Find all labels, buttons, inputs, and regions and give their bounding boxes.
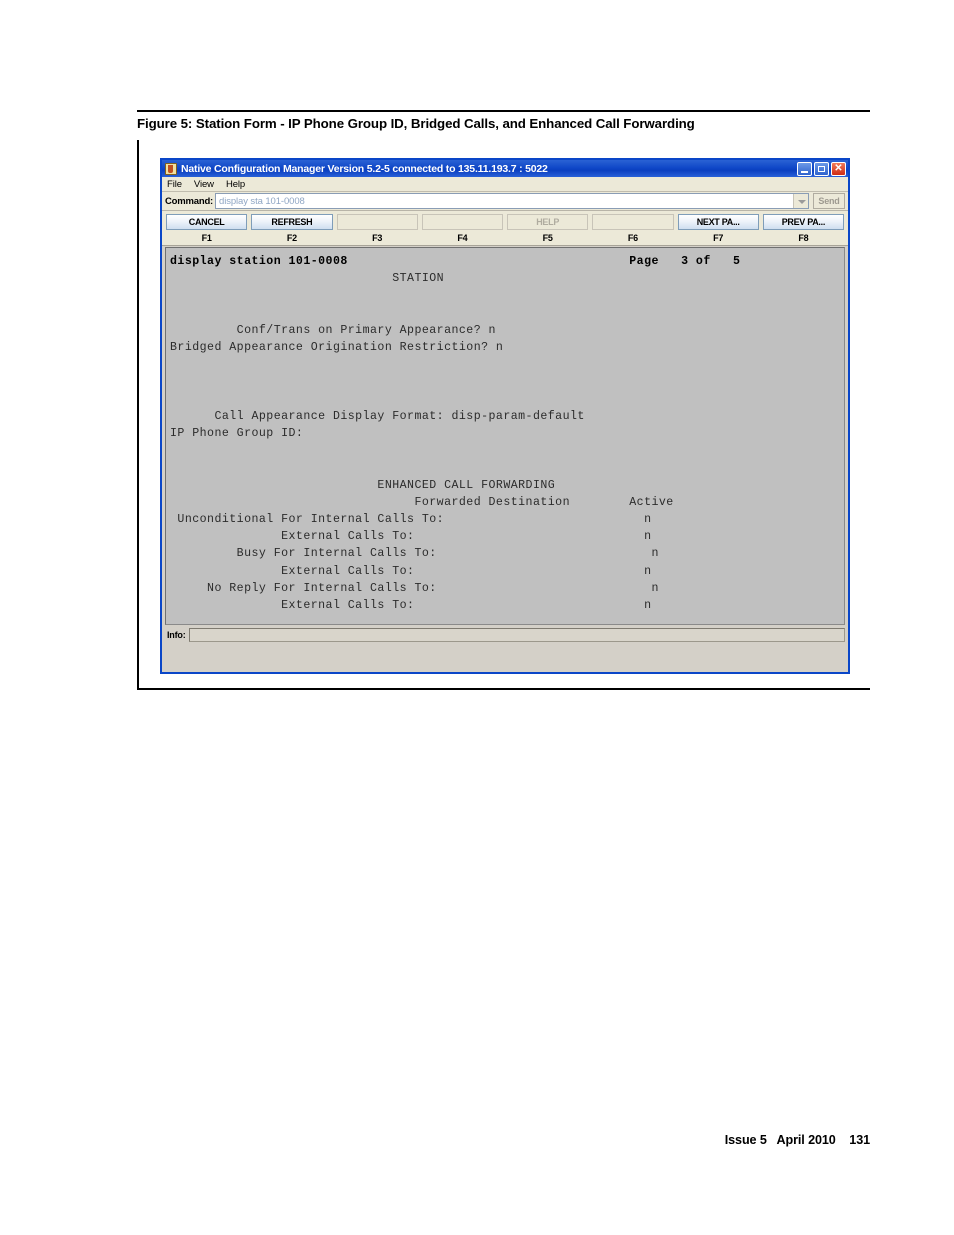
terminal-line: Busy For Internal Calls To: n [170,547,659,561]
menu-item-view[interactable]: View [194,179,221,190]
command-input[interactable] [216,194,793,208]
terminal-line: Conf/Trans on Primary Appearance? n [170,323,496,337]
info-bar: Info: [165,627,845,642]
function-key-f2: REFRESH F2 [251,214,333,243]
function-key-f6: F6 [592,214,674,243]
figure-bottom-rule [137,688,870,690]
command-bar: Command: Send [162,192,848,211]
terminal-line: Call Appearance Display Format: disp-par… [170,409,585,423]
terminal-line: Bridged Appearance Origination Restricti… [170,341,504,355]
function-key-f7: NEXT PA... F7 [677,214,759,243]
function-key-row: CANCEL F1 REFRESH F2 F3 F4 HELP F5 F6 NE… [166,214,844,243]
window-title: Native Configuration Manager Version 5.2… [181,162,548,175]
chevron-down-icon[interactable] [793,194,808,208]
page-footer: Issue 5 April 2010 131 [724,1133,870,1147]
figure-left-rule [137,140,139,690]
terminal-line: External Calls To: n [170,599,652,613]
next-page-button[interactable]: NEXT PA... [677,214,759,230]
info-label: Info: [167,629,186,640]
terminal-line: No Reply For Internal Calls To: n [170,581,659,595]
f4-button [421,214,503,230]
function-key-label-f5: F5 [542,233,553,243]
figure-caption: Figure 5: Station Form - IP Phone Group … [137,116,695,131]
terminal-line: Unconditional For Internal Calls To: n [170,513,652,527]
cancel-button[interactable]: CANCEL [166,214,248,230]
command-combobox[interactable] [215,193,809,209]
function-key-label-f3: F3 [372,233,383,243]
window-controls: ✕ [797,161,846,176]
menu-bar: File View Help [162,177,848,192]
terminal-line: ENHANCED CALL FORWARDING [170,478,556,492]
close-button[interactable]: ✕ [831,161,846,176]
function-key-f8: PREV PA... F8 [762,214,844,243]
help-button: HELP [507,214,589,230]
function-key-label-f7: F7 [713,233,724,243]
function-key-label-f1: F1 [201,233,212,243]
function-key-f1: CANCEL F1 [166,214,248,243]
figure-top-rule [137,110,870,112]
function-key-f5: HELP F5 [507,214,589,243]
f6-button [592,214,674,230]
terminal-line: IP Phone Group ID: [170,427,304,441]
function-key-f3: F3 [336,214,418,243]
terminal-line: Forwarded Destination Active [170,495,674,509]
function-key-label-f8: F8 [798,233,809,243]
terminal-panel[interactable]: display station 101-0008 Page 3 of 5 STA… [165,247,845,625]
menu-item-help[interactable]: Help [226,179,252,190]
maximize-button[interactable] [814,161,829,176]
f3-button [336,214,418,230]
java-coffee-cup-icon [165,162,177,175]
terminal-line: STATION [170,272,445,286]
terminal-text: display station 101-0008 Page 3 of 5 STA… [170,253,842,624]
send-button[interactable]: Send [813,193,845,209]
function-key-f4: F4 [421,214,503,243]
info-field[interactable] [188,627,845,642]
prev-page-button[interactable]: PREV PA... [762,214,844,230]
refresh-button[interactable]: REFRESH [251,214,333,230]
function-key-label-f6: F6 [627,233,638,243]
terminal-line: display station 101-0008 Page 3 of 5 [170,255,741,268]
function-key-label-f4: F4 [457,233,468,243]
minimize-button[interactable] [797,161,812,176]
terminal-line: External Calls To: n [170,530,652,544]
command-label: Command: [165,195,214,207]
terminal-line: External Calls To: n [170,564,652,578]
menu-item-file[interactable]: File [167,179,189,190]
application-window: Native Configuration Manager Version 5.2… [160,158,850,674]
function-key-label-f2: F2 [286,233,297,243]
window-titlebar: Native Configuration Manager Version 5.2… [162,160,848,177]
function-key-toolbar: CANCEL F1 REFRESH F2 F3 F4 HELP F5 F6 NE… [162,211,848,246]
